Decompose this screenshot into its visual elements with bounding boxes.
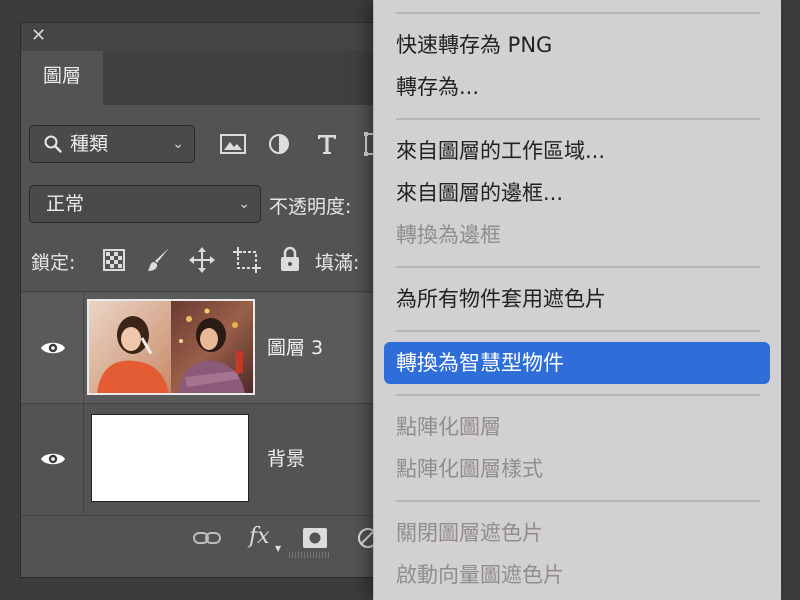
menu-item-artboard-from-layers[interactable]: 來自圖層的工作區域... [396,136,605,166]
layers-panel: ✕ 圖層 種類 ⌄ 正常 ⌄ 不透明度: 鎖定: 填滿: 圖層 3 背景 fx … [20,22,401,578]
fill-label: 填滿: [315,252,360,274]
lock-label: 鎖定: [31,252,76,274]
menu-divider [396,394,760,396]
panel-title-bar: ✕ [21,23,399,52]
type-filter-icon[interactable] [316,133,338,155]
search-icon [44,135,62,153]
layer-thumbnail[interactable] [87,299,255,395]
menu-item-rasterize-layer-style: 點陣化圖層樣式 [396,457,543,481]
divider [21,291,399,292]
menu-divider [396,500,760,502]
menu-divider [396,330,760,332]
panel-tab-bar: 圖層 [21,51,399,105]
eye-icon [41,342,65,354]
link-layers-icon[interactable] [193,528,221,548]
move-icon[interactable] [189,247,215,273]
menu-item-export-as[interactable]: 轉存為... [396,72,479,102]
menu-divider [396,12,760,14]
layer-context-menu: 快速轉存為 PNG 轉存為... 來自圖層的工作區域... 來自圖層的邊框...… [373,0,781,600]
menu-item-frame-from-layers[interactable]: 來自圖層的邊框... [396,178,563,208]
chevron-down-icon: ⌄ [172,136,184,152]
layer-row-background[interactable]: 背景 [21,404,399,514]
menu-item-rasterize-layer: 點陣化圖層 [396,415,501,439]
layer-row-layer-3[interactable]: 圖層 3 [21,293,399,403]
layer-name[interactable]: 背景 [267,444,305,471]
opacity-label: 不透明度: [269,196,352,218]
layer-name[interactable]: 圖層 3 [267,333,323,360]
menu-item-convert-to-frame: 轉換為邊框 [396,223,501,247]
image-filter-icon[interactable] [220,134,246,154]
visibility-toggle[interactable] [21,293,84,403]
layer-thumbnail[interactable] [91,414,249,502]
add-mask-icon[interactable] [303,528,327,548]
menu-divider [396,266,760,268]
chevron-down-icon: ⌄ [238,196,250,212]
menu-item-disable-layer-mask: 關閉圖層遮色片 [396,521,543,545]
eye-icon [41,453,65,465]
menu-item-convert-to-smart-object[interactable]: 轉換為智慧型物件 [384,342,770,384]
lock-all-icon[interactable] [280,246,300,272]
blend-mode-value: 正常 [46,193,85,215]
brush-icon[interactable] [147,247,171,273]
menu-divider [396,118,760,120]
lock-transparent-pixels-icon[interactable] [103,249,125,271]
panel-bottom-toolbar: fx ▼ [21,515,399,562]
resize-grip[interactable] [289,552,329,558]
menu-item-apply-mask-all[interactable]: 為所有物件套用遮色片 [396,284,606,314]
adjustment-filter-icon[interactable] [268,133,290,155]
menu-item-enable-vector-mask: 啟動向量圖遮色片 [396,563,564,587]
photo-thumbnail [89,301,253,393]
blend-mode-dropdown[interactable]: 正常 ⌄ [29,185,261,223]
layer-filter-dropdown[interactable]: 種類 ⌄ [29,125,195,163]
tab-layers[interactable]: 圖層 [21,51,103,105]
close-icon[interactable]: ✕ [31,26,46,46]
triangle-down-icon: ▼ [275,544,282,553]
fx-icon[interactable]: fx [249,524,270,549]
visibility-toggle[interactable] [21,404,84,514]
menu-item-quick-export-png[interactable]: 快速轉存為 PNG [396,30,552,60]
artboard-icon[interactable] [233,247,261,273]
layer-filter-value: 種類 [70,133,109,155]
